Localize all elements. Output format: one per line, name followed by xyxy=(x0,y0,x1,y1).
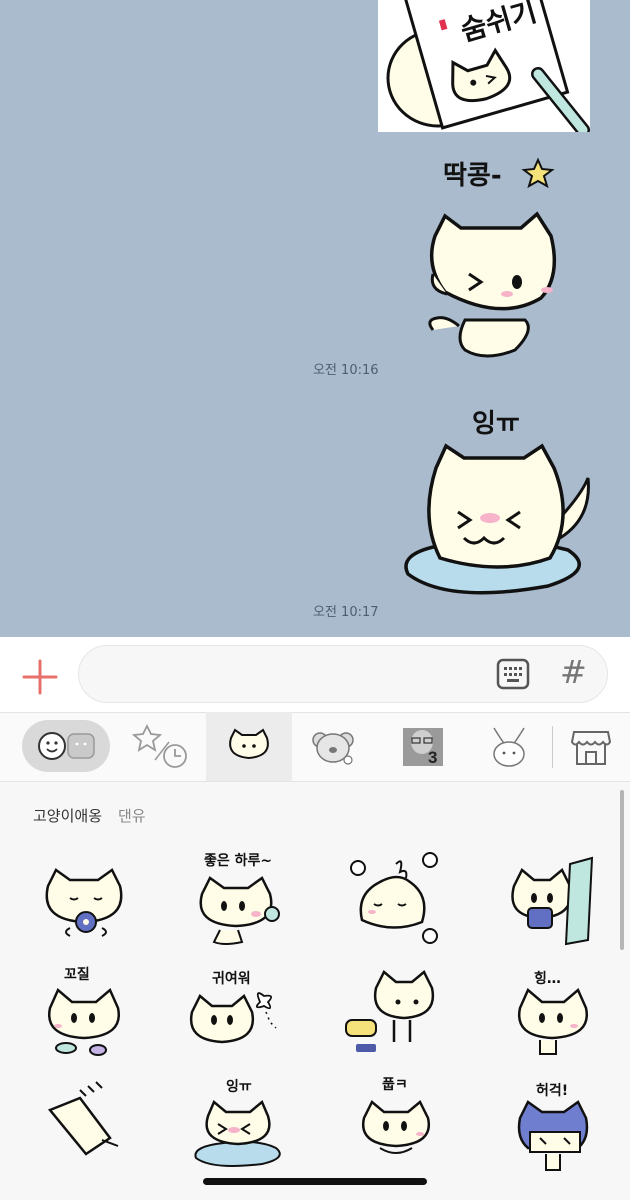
bunny-pack-tab[interactable] xyxy=(482,712,534,781)
emoji-face-icon xyxy=(38,732,95,760)
tab-divider xyxy=(552,726,553,768)
sticker-caption: 꼬질 xyxy=(64,967,90,983)
home-indicator[interactable] xyxy=(203,1178,427,1185)
cat-crying-puddle-sticker[interactable]: 잉ㅠ xyxy=(400,398,590,603)
sticker-caption: 허걱! xyxy=(536,1083,569,1099)
sticker-caption: 좋은 하루~ xyxy=(204,853,273,869)
photo-thumbnail-icon xyxy=(403,728,443,766)
cat-speech-bubble-sticker xyxy=(345,970,435,1052)
sticker-item[interactable] xyxy=(500,850,620,960)
cat-face-icon xyxy=(229,728,269,760)
pack-author: 댄유 xyxy=(118,808,146,825)
sticker-item[interactable] xyxy=(30,1070,150,1180)
koala-pack-tab[interactable] xyxy=(300,712,366,781)
message-time: 오전 10:16 xyxy=(313,363,379,378)
sticker-item[interactable]: 힝… xyxy=(500,960,620,1070)
bunny-icon xyxy=(493,727,525,767)
sticker-caption: 풉ㅋ xyxy=(382,1077,408,1093)
koala-icon xyxy=(312,732,354,765)
cat-holding-paper-sticker[interactable]: 숨쉬기 xyxy=(378,0,590,137)
sticker-item[interactable]: 잉ㅠ xyxy=(180,1070,300,1180)
sticker-caption: 힝… xyxy=(534,971,561,987)
plus-icon[interactable] xyxy=(20,657,60,697)
sticker-caption: 귀여워 xyxy=(212,971,251,987)
photo-pack-tab[interactable] xyxy=(400,712,446,781)
cat-pack-tab[interactable] xyxy=(206,712,292,781)
pack-title: 고양이애옹 xyxy=(33,808,103,825)
cat-melting-sticker xyxy=(350,852,438,944)
recent-tab[interactable] xyxy=(125,712,201,781)
sticker-caption: 잉ㅠ xyxy=(226,1079,252,1095)
cat-door-peek-sticker xyxy=(511,856,594,946)
message-time: 오전 10:17 xyxy=(313,605,379,620)
chat-room[interactable]: 숨쉬기 딱콩- 오전 10:16 잉ㅠ 오전 10:17 xyxy=(0,0,630,637)
hashtag-button[interactable]: # xyxy=(560,653,587,691)
sticker-item[interactable] xyxy=(340,960,460,1070)
store-icon xyxy=(570,731,612,765)
keyboard-icon[interactable] xyxy=(496,657,530,691)
cat-wink-star-sticker[interactable]: 딱콩- xyxy=(425,150,585,365)
star-clock-icon xyxy=(131,723,187,768)
sticker-item[interactable] xyxy=(340,850,460,960)
cat-eating-donut-sticker xyxy=(45,868,123,937)
wink-caption: 딱콩- xyxy=(443,161,502,191)
emoticon-tab[interactable] xyxy=(22,720,110,772)
sticker-item[interactable]: 허걱! xyxy=(500,1070,620,1180)
sticker-item[interactable] xyxy=(30,850,150,960)
store-tab[interactable] xyxy=(568,712,614,781)
sticker-item[interactable]: 풉ㅋ xyxy=(340,1070,460,1180)
cat-fallen-sticker xyxy=(47,1081,119,1156)
sticker-item[interactable]: 좋은 하루~ xyxy=(180,850,300,960)
cat-dirty-sticker xyxy=(47,987,121,1056)
sticker-item[interactable]: 귀여워 xyxy=(180,960,300,1070)
crying-caption: 잉ㅠ xyxy=(472,409,520,439)
sticker-item[interactable]: 꼬질 xyxy=(30,960,150,1070)
photo-pack-badge: 3 xyxy=(428,748,438,767)
scrollbar[interactable] xyxy=(620,790,624,950)
